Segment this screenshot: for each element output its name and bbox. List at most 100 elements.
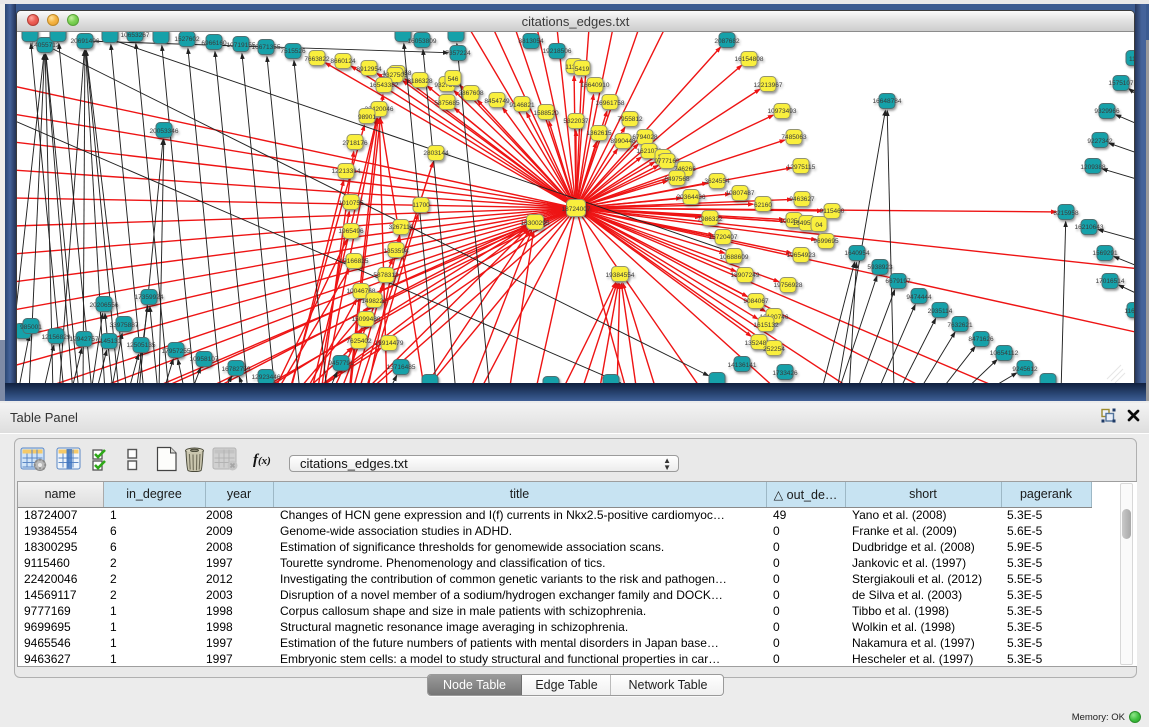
svg-text:1569291: 1569291: [1092, 250, 1118, 257]
svg-text:04: 04: [815, 222, 823, 229]
svg-text:10973493: 10973493: [768, 108, 797, 115]
svg-text:16210643: 16210643: [1075, 224, 1104, 231]
svg-text:18300295: 18300295: [521, 220, 550, 227]
svg-text:5322037: 5322037: [563, 118, 589, 125]
svg-text:13716485: 13716485: [387, 364, 416, 371]
svg-text:16640910: 16640910: [581, 82, 610, 89]
svg-text:1498222: 1498222: [361, 298, 387, 305]
svg-text:62160: 62160: [754, 202, 772, 209]
svg-text:12213314: 12213314: [332, 168, 361, 175]
svg-text:5878312: 5878312: [373, 272, 399, 279]
svg-text:5938923: 5938923: [867, 264, 893, 271]
svg-text:9463627: 9463627: [789, 196, 815, 203]
svg-text:19654923: 19654923: [787, 252, 816, 259]
svg-text:1145131: 1145131: [97, 338, 122, 345]
svg-text:16782759: 16782759: [222, 366, 251, 373]
svg-text:5419: 5419: [575, 66, 590, 73]
svg-text:1527602: 1527602: [174, 36, 200, 43]
svg-text:20053346: 20053346: [150, 128, 179, 135]
svg-text:20691406: 20691406: [71, 38, 100, 45]
svg-text:1640954: 1640954: [844, 250, 870, 257]
svg-text:19384554: 19384554: [606, 272, 635, 279]
svg-text:2718176: 2718176: [342, 140, 368, 147]
svg-text:10688609: 10688609: [720, 254, 749, 261]
svg-text:15099489: 15099489: [352, 316, 381, 323]
svg-text:116753: 116753: [1124, 308, 1134, 315]
svg-text:111: 111: [1129, 56, 1134, 63]
svg-text:8471626: 8471626: [968, 336, 994, 343]
svg-text:6966160: 6966160: [201, 40, 227, 47]
svg-text:16671355: 16671355: [252, 44, 281, 51]
svg-text:1353594: 1353594: [383, 248, 409, 255]
svg-text:18724007: 18724007: [562, 206, 591, 213]
svg-text:19166825: 19166825: [340, 258, 369, 265]
svg-text:8186328: 8186328: [407, 78, 433, 85]
svg-text:17957255: 17957255: [162, 348, 191, 355]
svg-text:16053809: 16053809: [408, 38, 437, 45]
svg-text:12923446: 12923446: [252, 374, 281, 381]
svg-text:9474444: 9474444: [906, 294, 932, 301]
svg-text:20206556: 20206556: [90, 302, 119, 309]
svg-text:33975887: 33975887: [110, 322, 139, 329]
svg-text:16154808: 16154808: [735, 56, 764, 63]
svg-text:2935114: 2935114: [928, 308, 953, 315]
svg-text:7955812: 7955812: [617, 116, 643, 123]
svg-text:7515526: 7515526: [280, 48, 306, 55]
svg-text:9777169: 9777169: [654, 158, 680, 165]
svg-text:1010755: 1010755: [338, 200, 364, 207]
svg-text:10807487: 10807487: [726, 190, 755, 197]
svg-text:1575107: 1575107: [1108, 80, 1134, 87]
svg-text:252254: 252254: [763, 346, 785, 353]
svg-text:9329966: 9329966: [1094, 108, 1120, 115]
svg-text:7663822: 7663822: [304, 56, 330, 63]
svg-text:1733426: 1733426: [772, 370, 798, 377]
svg-text:17359924: 17359924: [135, 294, 164, 301]
svg-text:11700: 11700: [412, 202, 430, 209]
svg-text:9457791: 9457791: [328, 360, 354, 367]
svg-text:9699695: 9699695: [813, 238, 839, 245]
svg-text:19756928: 19756928: [774, 282, 803, 289]
svg-text:985001: 985001: [20, 324, 42, 331]
svg-text:2867608: 2867608: [458, 90, 484, 97]
svg-text:1615132: 1615132: [753, 322, 779, 329]
svg-text:8454749: 8454749: [484, 98, 510, 105]
svg-text:9227342: 9227342: [1087, 138, 1113, 145]
svg-text:12942757: 12942757: [70, 336, 99, 343]
svg-text:6679197: 6679197: [885, 278, 911, 285]
svg-text:9115460: 9115460: [820, 208, 845, 215]
svg-text:9245612: 9245612: [1012, 366, 1038, 373]
svg-text:6794028: 6794028: [632, 134, 658, 141]
svg-text:10654112: 10654112: [990, 350, 1019, 357]
svg-text:12156829: 12156829: [42, 334, 71, 341]
svg-text:8215958: 8215958: [1053, 210, 1079, 217]
svg-text:1209388: 1209388: [1080, 164, 1106, 171]
svg-text:9084067: 9084067: [743, 298, 769, 305]
svg-text:19218506: 19218506: [543, 48, 572, 55]
svg-text:1965496: 1965496: [338, 228, 364, 235]
svg-text:7986322: 7986322: [697, 216, 723, 223]
svg-text:3267110: 3267110: [389, 224, 414, 231]
svg-text:8912954: 8912954: [356, 66, 382, 73]
svg-text:16648784: 16648784: [873, 98, 902, 105]
svg-text:1362615: 1362615: [586, 130, 612, 137]
svg-text:7632621: 7632621: [947, 322, 973, 329]
svg-text:8813054: 8813054: [518, 38, 544, 45]
svg-text:8660124: 8660124: [330, 58, 356, 65]
svg-text:16914479: 16914479: [375, 340, 404, 347]
svg-text:15720407: 15720407: [709, 234, 738, 241]
svg-text:2087682: 2087682: [714, 38, 740, 45]
svg-text:546: 546: [448, 76, 459, 83]
svg-text:6497568: 6497568: [664, 176, 690, 183]
svg-text:7485063: 7485063: [781, 134, 807, 141]
svg-text:10958107: 10958107: [190, 356, 219, 363]
svg-text:98901: 98901: [358, 114, 376, 121]
svg-text:9146821: 9146821: [509, 102, 535, 109]
svg-text:17016514: 17016514: [1096, 278, 1125, 285]
svg-text:f(x): f(x): [253, 452, 271, 468]
svg-text:10653267: 10653267: [121, 32, 150, 39]
svg-text:7625402: 7625402: [346, 338, 372, 345]
svg-text:1588520: 1588520: [533, 110, 559, 117]
svg-text:20364436: 20364436: [677, 194, 706, 201]
svg-text:5875685: 5875685: [434, 100, 460, 107]
svg-text:14055712: 14055712: [31, 42, 60, 49]
